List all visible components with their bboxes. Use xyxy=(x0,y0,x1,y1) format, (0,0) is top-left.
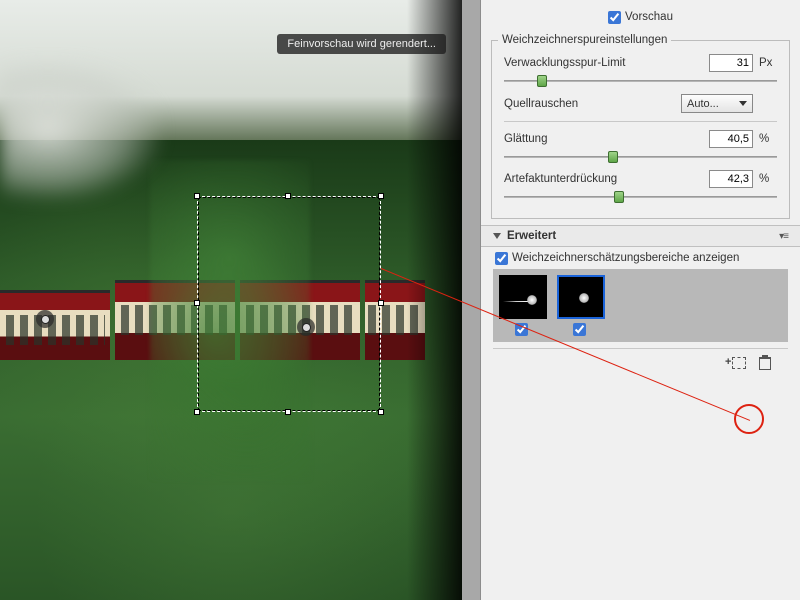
estimation-thumb-checkbox[interactable] xyxy=(573,323,586,336)
show-regions-label: Weichzeichnerschätzungsbereiche anzeigen xyxy=(512,252,739,264)
smoothing-label: Glättung xyxy=(504,133,703,145)
render-status-badge: Feinvorschau wird gerendert... xyxy=(277,34,446,54)
trace-bounds-slider[interactable] xyxy=(504,74,777,88)
chevron-down-icon xyxy=(739,101,747,106)
advanced-header[interactable]: Erweitert ▾≡ xyxy=(481,225,800,247)
add-estimation-region-button[interactable] xyxy=(730,355,748,371)
smoothing-input[interactable] xyxy=(709,130,753,148)
estimation-pin-center[interactable] xyxy=(297,318,315,336)
artifact-label: Artefaktunterdrückung xyxy=(504,173,703,185)
show-regions-checkbox[interactable] xyxy=(495,252,508,265)
delete-estimation-region-button[interactable] xyxy=(756,355,774,371)
trace-bounds-input[interactable] xyxy=(709,54,753,72)
unit-percent: % xyxy=(759,133,777,145)
source-noise-label: Quellrauschen xyxy=(504,98,675,110)
estimation-thumb[interactable] xyxy=(499,275,547,319)
unit-percent: % xyxy=(759,173,777,185)
trash-icon xyxy=(759,357,771,370)
blur-trace-legend: Weichzeichnerspureinstellungen xyxy=(498,34,671,46)
trace-bounds-label: Verwacklungsspur-Limit xyxy=(504,57,703,69)
estimation-toolbar xyxy=(493,348,788,371)
source-noise-dropdown[interactable]: Auto... xyxy=(681,94,753,113)
artifact-slider[interactable] xyxy=(504,190,777,204)
disclosure-triangle-icon xyxy=(493,233,501,239)
image-canvas[interactable]: Feinvorschau wird gerendert... xyxy=(0,0,480,600)
blur-trace-settings-group: Weichzeichnerspureinstellungen Verwacklu… xyxy=(491,34,790,219)
preview-checkbox[interactable] xyxy=(608,11,621,24)
annotation-circle xyxy=(734,404,764,434)
add-selection-icon xyxy=(732,357,746,369)
selection-marquee[interactable] xyxy=(197,196,381,412)
flyout-menu-icon[interactable]: ▾≡ xyxy=(779,231,788,242)
estimation-thumb[interactable] xyxy=(557,275,605,319)
artifact-input[interactable] xyxy=(709,170,753,188)
source-noise-value: Auto... xyxy=(687,98,719,110)
advanced-title: Erweitert xyxy=(507,230,773,242)
smoothing-slider[interactable] xyxy=(504,150,777,164)
preview-label: Vorschau xyxy=(625,11,673,23)
shake-reduction-panel: Vorschau Weichzeichnerspureinstellungen … xyxy=(480,0,800,600)
unit-px: Px xyxy=(759,57,777,69)
estimation-pin[interactable] xyxy=(36,310,54,328)
estimation-thumbnails xyxy=(493,269,788,342)
